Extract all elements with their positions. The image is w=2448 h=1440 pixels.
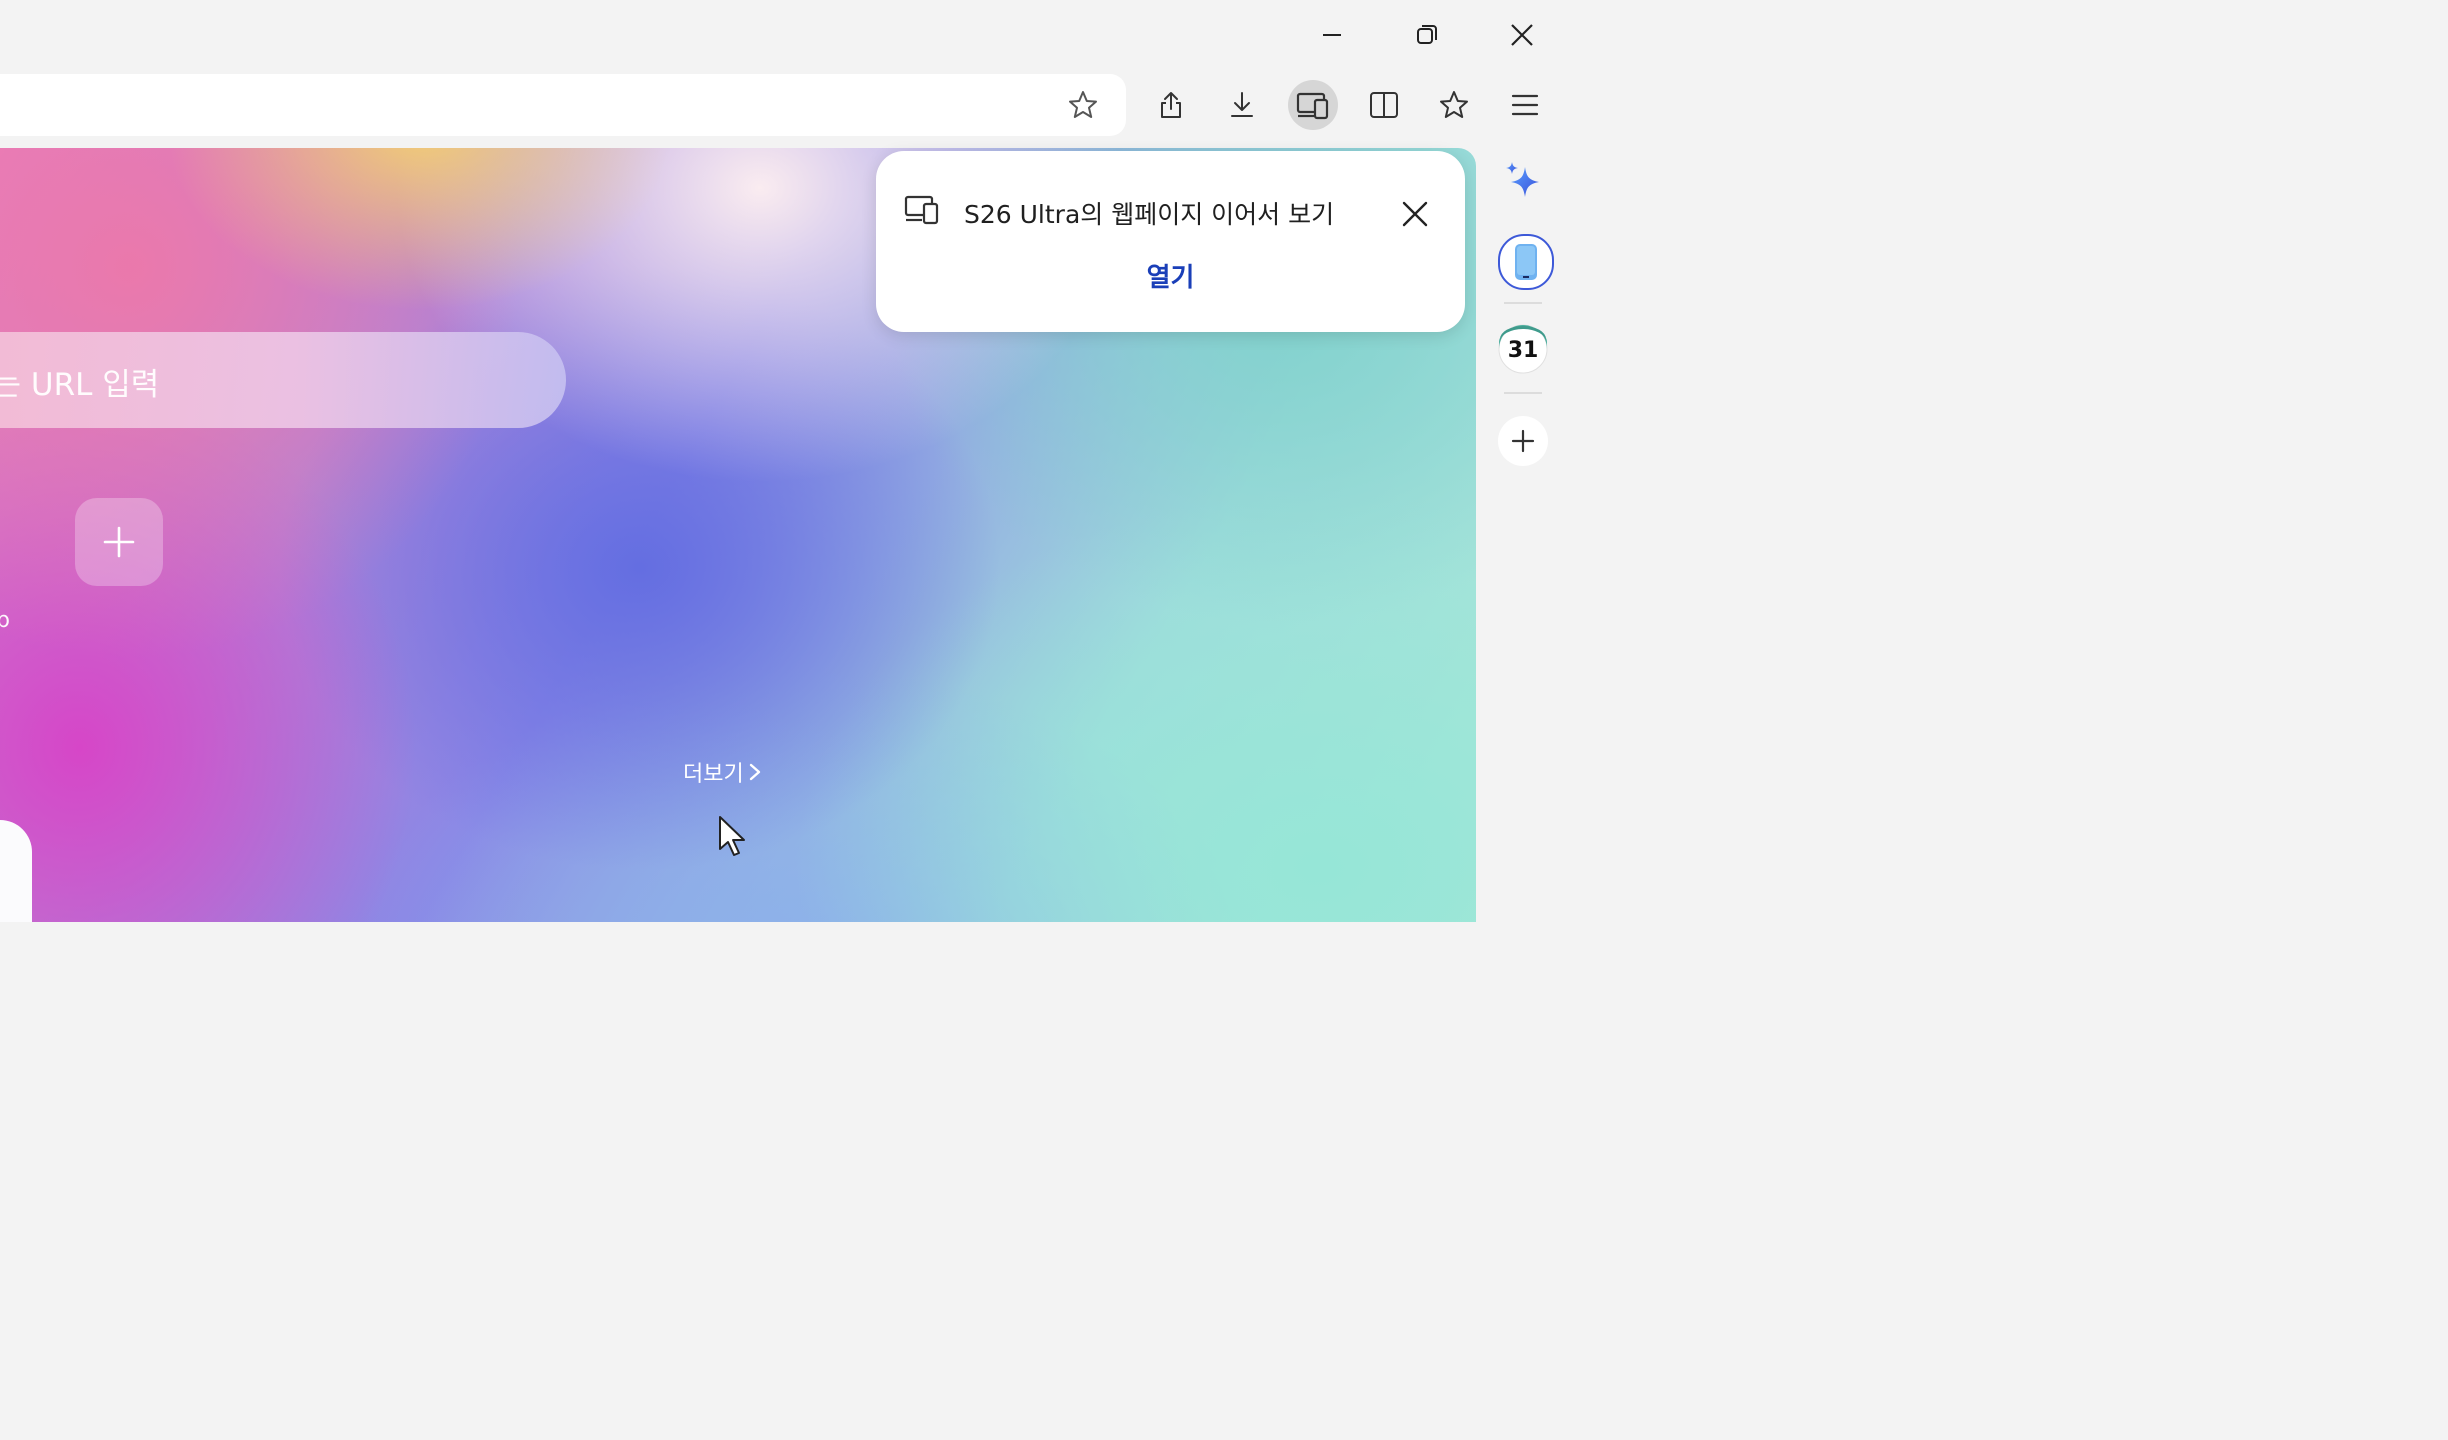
shortcut-label: p xyxy=(0,608,10,633)
sidebar-divider xyxy=(1504,302,1542,304)
phone-panel-button[interactable] xyxy=(1498,234,1554,290)
more-link-label: 더보기 xyxy=(683,762,744,787)
continue-on-device-icon xyxy=(1296,92,1329,120)
restore-icon xyxy=(1417,25,1437,44)
content-card[interactable] xyxy=(0,820,32,922)
bookmarks-button[interactable] xyxy=(1429,80,1479,130)
menu-button[interactable] xyxy=(1500,80,1550,130)
download-icon xyxy=(1231,92,1253,117)
star-icon xyxy=(1069,91,1097,118)
toolbar xyxy=(0,70,1568,148)
close-icon xyxy=(1511,24,1533,46)
more-link[interactable]: 더보기 xyxy=(683,756,762,788)
plus-icon xyxy=(103,526,135,558)
download-button[interactable] xyxy=(1217,80,1267,130)
popup-open-button[interactable]: 열기 xyxy=(876,257,1465,294)
sparkle-icon xyxy=(1506,162,1539,197)
share-button[interactable] xyxy=(1146,80,1196,130)
bookmark-star-button[interactable] xyxy=(1066,88,1100,122)
restore-button[interactable] xyxy=(1403,12,1451,58)
title-bar xyxy=(0,0,1568,70)
sidebar-add-button[interactable] xyxy=(1498,416,1548,466)
plus-icon xyxy=(1511,429,1535,453)
minimize-icon xyxy=(1323,34,1341,36)
split-view-button[interactable] xyxy=(1359,80,1409,130)
mouse-cursor-icon xyxy=(719,816,745,856)
calendar-button[interactable]: 31 xyxy=(1498,324,1548,374)
continue-on-device-button[interactable] xyxy=(1288,80,1338,130)
close-window-button[interactable] xyxy=(1498,12,1546,58)
sidebar-panel: 31 xyxy=(1476,148,1568,922)
search-input[interactable]: 또는 URL 입력 xyxy=(0,332,566,428)
ai-assistant-button[interactable] xyxy=(1498,156,1548,206)
share-icon xyxy=(1161,92,1181,118)
chevron-right-icon xyxy=(749,763,760,781)
minimize-button[interactable] xyxy=(1308,12,1356,58)
phone-icon xyxy=(1515,244,1537,280)
search-placeholder: 또는 URL 입력 xyxy=(0,367,160,403)
calendar-day: 31 xyxy=(1507,338,1539,363)
sidebar-divider xyxy=(1504,392,1542,394)
popup-message: S26 Ultra의 웹페이지 이어서 보기 xyxy=(964,200,1335,229)
close-icon xyxy=(1402,201,1428,227)
split-view-icon xyxy=(1370,92,1398,118)
continue-on-device-icon xyxy=(904,195,939,225)
menu-icon xyxy=(1511,94,1539,116)
bookmarks-icon xyxy=(1440,91,1468,118)
continue-browsing-popup: S26 Ultra의 웹페이지 이어서 보기 열기 xyxy=(876,151,1465,332)
address-bar[interactable] xyxy=(0,74,1126,136)
popup-close-button[interactable] xyxy=(1394,193,1436,235)
add-shortcut-button[interactable] xyxy=(75,498,163,586)
